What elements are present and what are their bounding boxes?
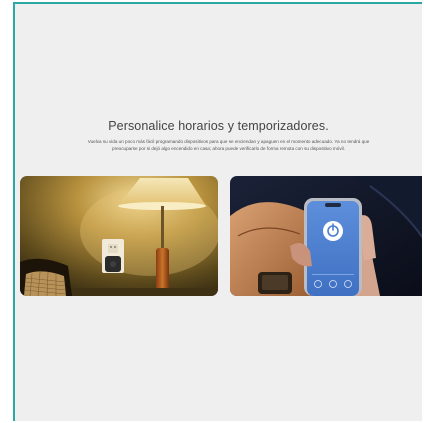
section-headline: Personalice horarios y temporizadores.: [108, 119, 329, 133]
phone-scene-illustration: [230, 176, 422, 296]
section-description: Vuelva su vida un poco más fácil program…: [87, 139, 370, 151]
phone-app-control-photo: [230, 176, 422, 296]
lamp-scene-illustration: [20, 176, 218, 296]
content-frame: Personalice horarios y temporizadores. V…: [13, 2, 422, 421]
lamp-and-smart-plug-photo: [20, 176, 218, 296]
